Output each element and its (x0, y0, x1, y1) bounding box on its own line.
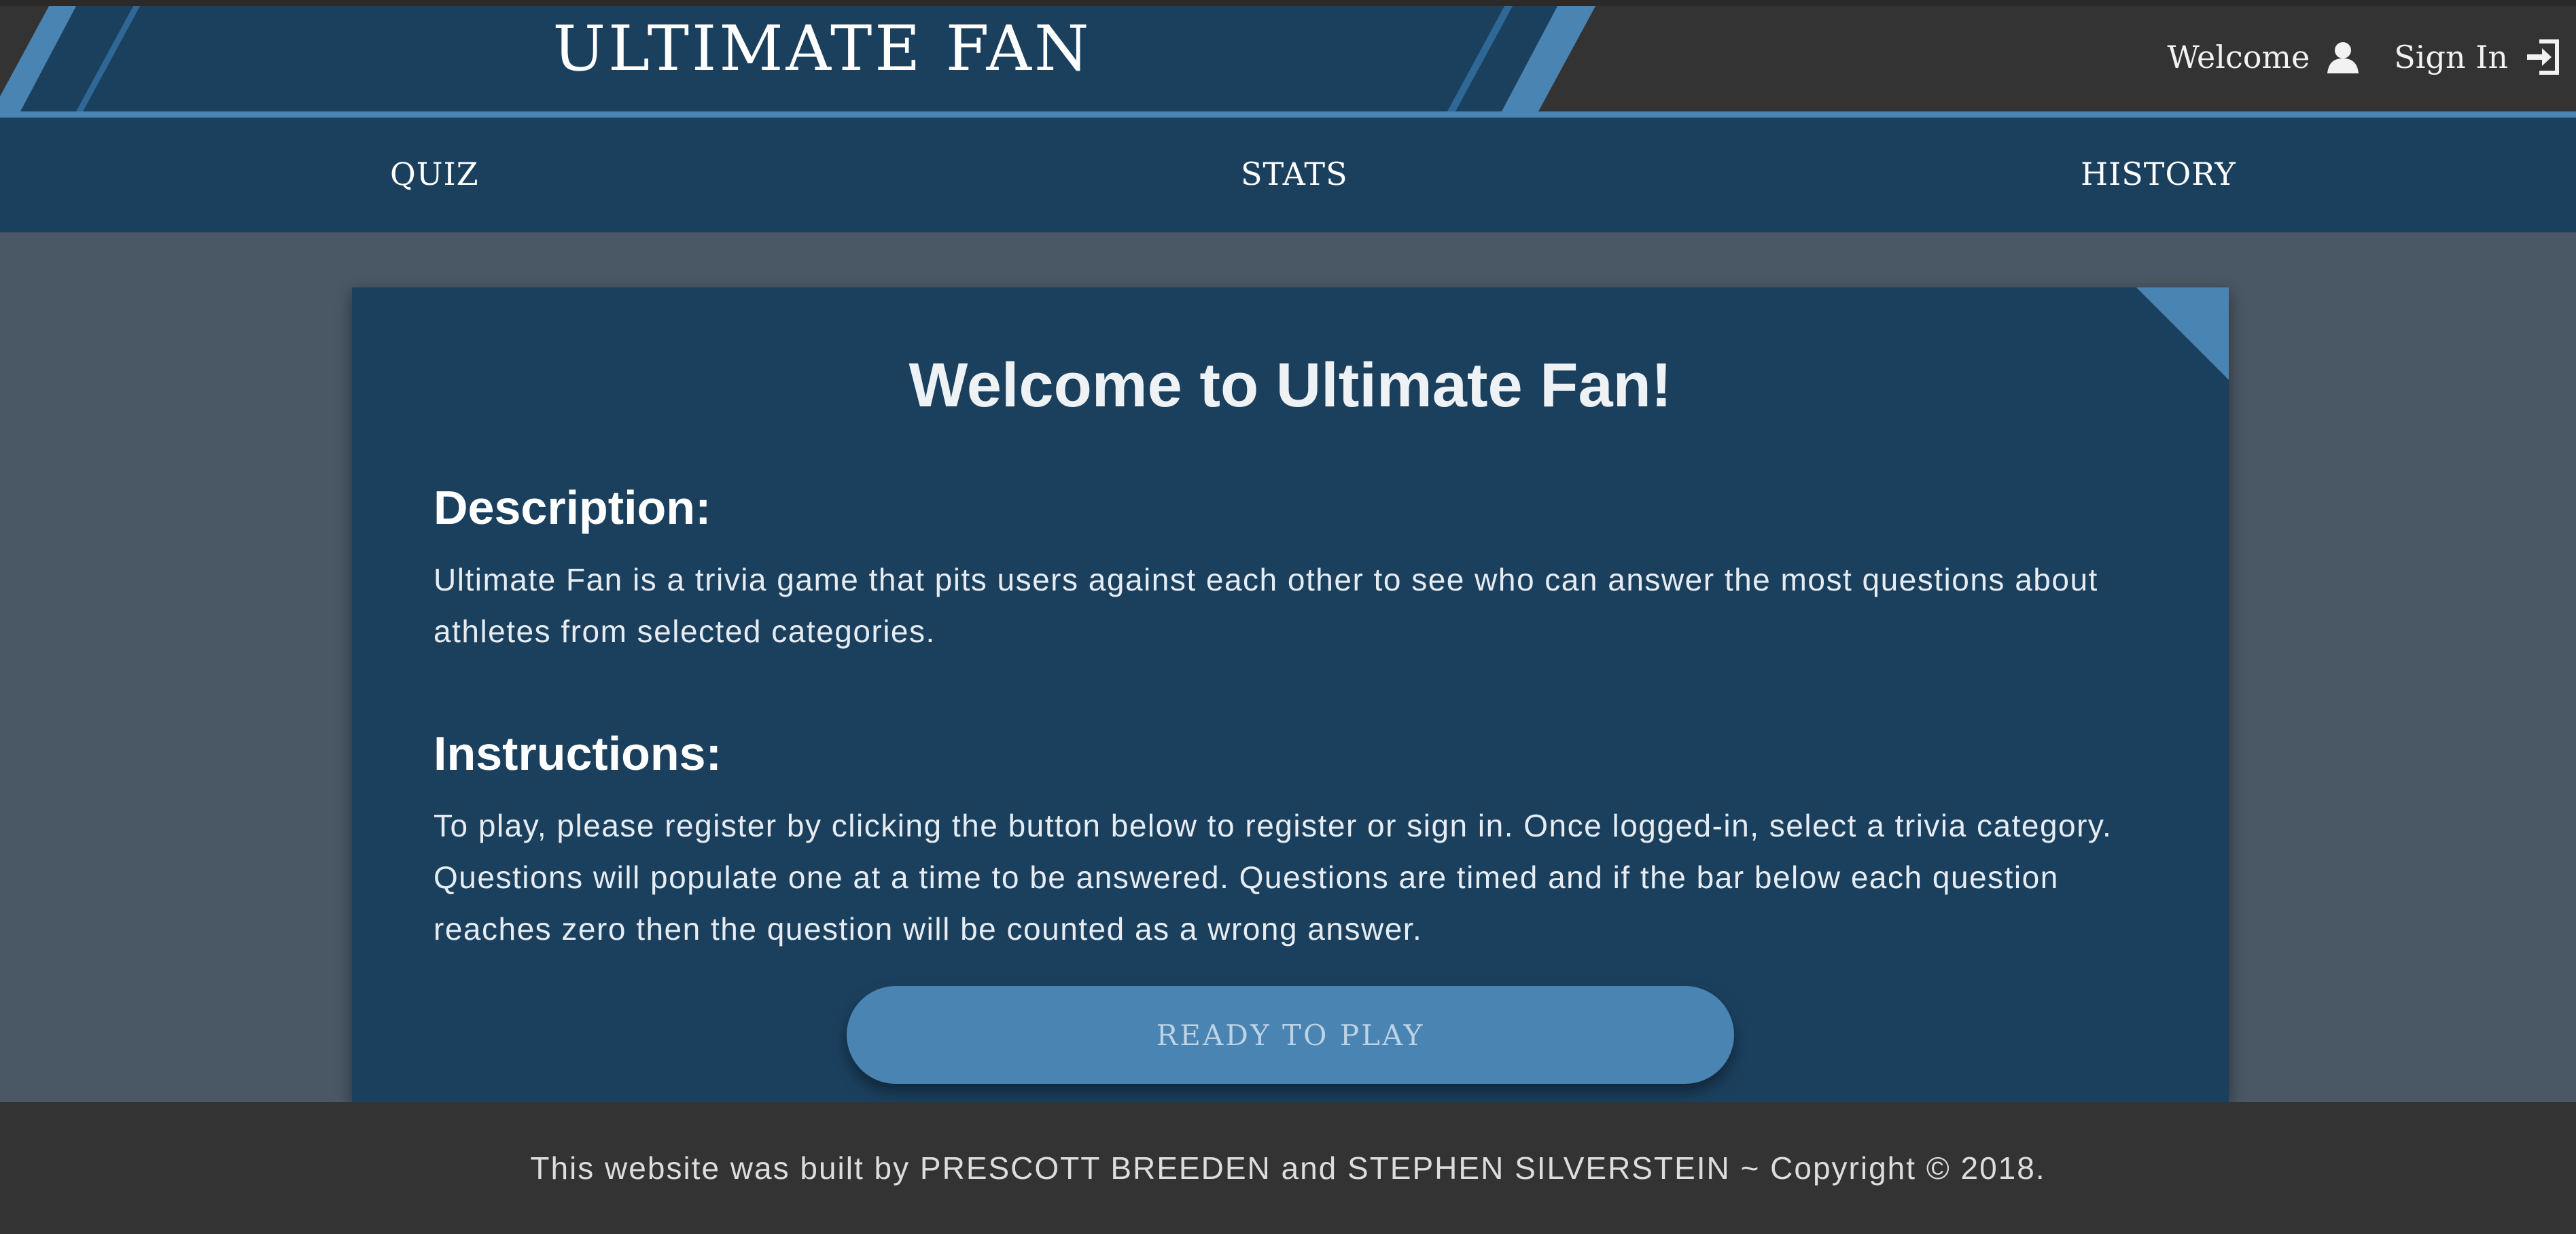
sign-in-icon (2524, 39, 2560, 75)
welcome-link[interactable]: Welcome (2168, 39, 2361, 75)
footer: This website was built by PRESCOTT BREED… (0, 1102, 2576, 1234)
description-title: Description: (434, 481, 711, 534)
description-text: Ultimate Fan is a trivia game that pits … (434, 562, 2098, 649)
welcome-card: Welcome to Ultimate Fan! Description: Ul… (352, 287, 2229, 1103)
ready-to-play-button[interactable]: READY TO PLAY (847, 986, 1734, 1084)
nav-item-stats[interactable]: STATS (1241, 156, 1348, 192)
instructions-title: Instructions: (434, 727, 722, 780)
instructions-text: To play, please register by clicking the… (434, 808, 2113, 947)
page-title: Welcome to Ultimate Fan! (908, 351, 1672, 420)
main-nav: QUIZ STATS HISTORY (0, 111, 2576, 232)
sign-in-link[interactable]: Sign In (2394, 39, 2560, 75)
site-title[interactable]: ULTIMATE FAN (530, 12, 1114, 85)
nav-item-history[interactable]: HISTORY (2081, 156, 2236, 192)
sign-in-label: Sign In (2394, 39, 2508, 75)
nav-item-quiz[interactable]: QUIZ (390, 156, 479, 192)
user-area: Welcome Sign In (2134, 30, 2560, 84)
footer-text: This website was built by PRESCOTT BREED… (530, 1150, 2046, 1186)
welcome-label: Welcome (2167, 39, 2310, 75)
user-icon (2326, 41, 2360, 73)
